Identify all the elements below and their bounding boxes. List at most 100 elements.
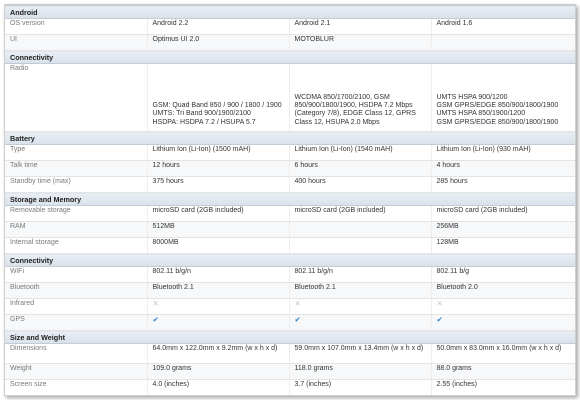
table-row: OS version Android 2.2 Android 2.1 Andro… <box>5 18 575 35</box>
cell-value: Bluetooth 2.1 <box>146 282 289 299</box>
row-label: Dimensions <box>5 343 147 364</box>
checkmark-icon: ✔ <box>294 315 301 324</box>
cell-value: 512MB <box>146 221 289 238</box>
cell-value: Android 2.2 <box>146 18 289 35</box>
cell-value: Lithium Ion (Li-Ion) (930 mAH) <box>430 144 575 161</box>
table-row: WiFi 802.11 b/g/n 802.11 b/g/n 802.11 b/… <box>5 266 575 283</box>
cell-value: 64.0mm x 122.0mm x 9.2mm (w x h x d) <box>146 343 289 364</box>
radio-text: GSM: Quad Band 850 / 900 / 1800 / 1900 U… <box>152 102 282 126</box>
cell-value: Lithium Ion (Li-Ion) (1540 mAH) <box>288 144 431 161</box>
cell-value: Android 1.6 <box>430 18 575 35</box>
cell-value: 59.0mm x 107.0mm x 13.4mm (w x h x d) <box>288 343 431 364</box>
section-header-size-weight: Size and Weight <box>5 330 575 344</box>
table-row: Radio GSM: Quad Band 850 / 900 / 1800 / … <box>5 63 575 132</box>
cell-value: MOTOBLUR <box>288 34 431 51</box>
cell-value: ✕ <box>146 298 289 315</box>
row-label: Radio <box>5 63 147 132</box>
section-title: Android <box>5 5 575 19</box>
spec-comparison-table: Android OS version Android 2.2 Android 2… <box>5 5 575 395</box>
table-row: Bluetooth Bluetooth 2.1 Bluetooth 2.1 Bl… <box>5 282 575 299</box>
cell-value: ✔ <box>288 314 431 331</box>
section-title: Connectivity <box>5 50 575 64</box>
radio-text: WCDMA 850/1700/2100, GSM 850/900/1800/19… <box>294 93 416 126</box>
table-row: RAM 512MB 256MB <box>5 221 575 238</box>
cell-value: 375 hours <box>146 176 289 193</box>
cell-value <box>288 237 431 254</box>
row-label: Screen size <box>5 379 147 395</box>
row-label: Type <box>5 144 147 161</box>
row-label: Internal storage <box>5 237 147 254</box>
table-row: Removable storage microSD card (2GB incl… <box>5 205 575 222</box>
cell-value: 802.11 b/g <box>430 266 575 283</box>
table-row: Weight 109.0 grams 118.0 grams 88.0 gram… <box>5 363 575 380</box>
row-label: Standby time (max) <box>5 176 147 193</box>
checkmark-icon: ✔ <box>152 315 159 324</box>
cell-value: 118.0 grams <box>288 363 431 380</box>
row-label: GPS <box>5 314 147 331</box>
cell-value: 2.55 (inches) <box>430 379 575 395</box>
section-header-battery: Battery <box>5 131 575 145</box>
cell-value: Lithium Ion (Li-Ion) (1500 mAH) <box>146 144 289 161</box>
row-label: Weight <box>5 363 147 380</box>
cell-value: ✔ <box>430 314 575 331</box>
section-header-connectivity: Connectivity <box>5 50 575 64</box>
cell-value: 256MB <box>430 221 575 238</box>
section-title: Size and Weight <box>5 330 575 344</box>
table-row: Dimensions 64.0mm x 122.0mm x 9.2mm (w x… <box>5 343 575 364</box>
cell-value: 3.7 (inches) <box>288 379 431 395</box>
cell-value: 88.0 grams <box>430 363 575 380</box>
table-row: UI Optimus UI 2.0 MOTOBLUR <box>5 34 575 51</box>
cell-value: 4.0 (inches) <box>146 379 289 395</box>
section-title: Storage and Memory <box>5 192 575 206</box>
section-header-storage: Storage and Memory <box>5 192 575 206</box>
row-label: RAM <box>5 221 147 238</box>
cell-value: 400 hours <box>288 176 431 193</box>
section-header-connectivity-wireless: Connectivity <box>5 253 575 267</box>
cell-value: 4 hours <box>430 160 575 177</box>
row-label: Infrared <box>5 298 147 315</box>
cell-value: 12 hours <box>146 160 289 177</box>
cell-value <box>430 34 575 51</box>
cell-value: ✕ <box>430 298 575 315</box>
cell-value: Bluetooth 2.0 <box>430 282 575 299</box>
cell-value: microSD card (2GB included) <box>430 205 575 222</box>
cell-value: Android 2.1 <box>288 18 431 35</box>
table-row: Standby time (max) 375 hours 400 hours 2… <box>5 176 575 193</box>
row-label: Removable storage <box>5 205 147 222</box>
cross-icon: ✕ <box>436 299 443 308</box>
table-row: Screen size 4.0 (inches) 3.7 (inches) 2.… <box>5 379 575 395</box>
cell-value: 6 hours <box>288 160 431 177</box>
cell-value: Bluetooth 2.1 <box>288 282 431 299</box>
cell-value: 802.11 b/g/n <box>146 266 289 283</box>
row-label: OS version <box>5 18 147 35</box>
row-label: Talk time <box>5 160 147 177</box>
row-label: Bluetooth <box>5 282 147 299</box>
cell-value: microSD card (2GB included) <box>288 205 431 222</box>
table-row: Talk time 12 hours 6 hours 4 hours <box>5 160 575 177</box>
cell-value <box>288 221 431 238</box>
cell-value: ✕ <box>288 298 431 315</box>
table-row: GPS ✔ ✔ ✔ <box>5 314 575 331</box>
checkmark-icon: ✔ <box>436 315 443 324</box>
cross-icon: ✕ <box>152 299 159 308</box>
cell-value: 802.11 b/g/n <box>288 266 431 283</box>
cell-value: 109.0 grams <box>146 363 289 380</box>
cell-value-radio: WCDMA 850/1700/2100, GSM 850/900/1800/19… <box>288 63 431 132</box>
section-header-android: Android <box>5 5 575 19</box>
section-title: Connectivity <box>5 253 575 267</box>
row-label: WiFi <box>5 266 147 283</box>
table-row: Internal storage 8000MB 128MB <box>5 237 575 254</box>
spec-comparison-panel: Android OS version Android 2.2 Android 2… <box>4 4 576 396</box>
cross-icon: ✕ <box>294 299 301 308</box>
cell-value-radio: UMTS HSPA 900/1200 GSM GPRS/EDGE 850/900… <box>430 63 575 132</box>
table-row: Type Lithium Ion (Li-Ion) (1500 mAH) Lit… <box>5 144 575 161</box>
cell-value-radio: GSM: Quad Band 850 / 900 / 1800 / 1900 U… <box>146 63 289 132</box>
cell-value: 285 hours <box>430 176 575 193</box>
cell-value: Optimus UI 2.0 <box>146 34 289 51</box>
table-row: Infrared ✕ ✕ ✕ <box>5 298 575 315</box>
cell-value: 8000MB <box>146 237 289 254</box>
cell-value: 50.0mm x 83.0mm x 16.0mm (w x h x d) <box>430 343 575 364</box>
cell-value: 128MB <box>430 237 575 254</box>
cell-value: microSD card (2GB included) <box>146 205 289 222</box>
cell-value: ✔ <box>146 314 289 331</box>
